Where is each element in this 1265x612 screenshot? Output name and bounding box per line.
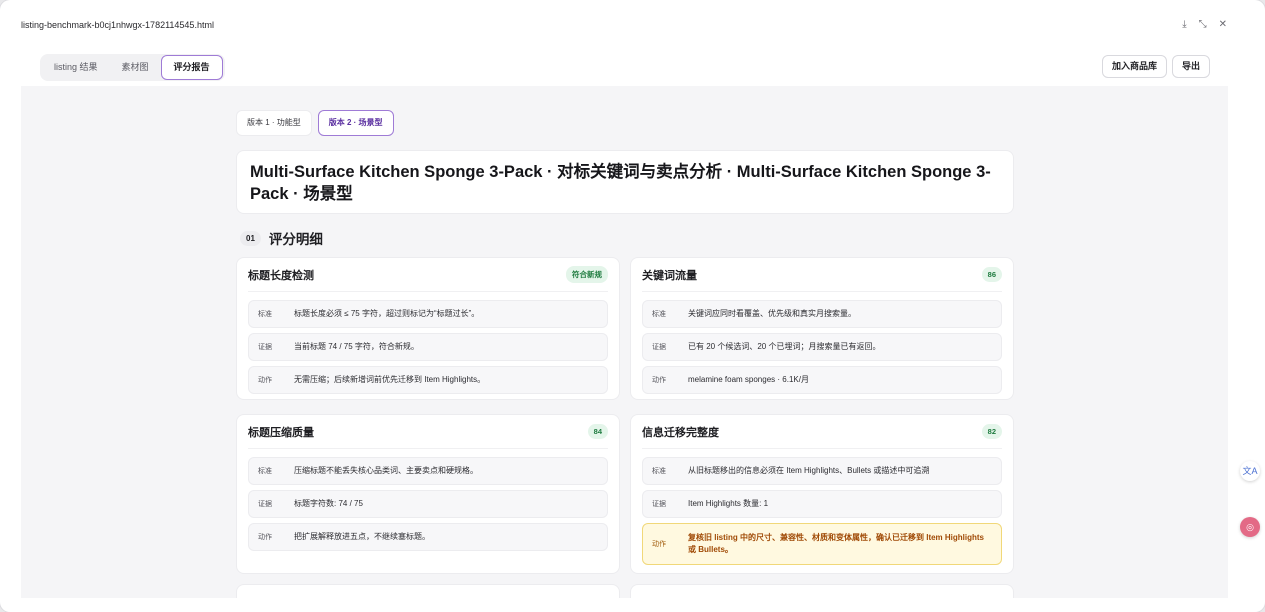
evidence-row: 证据 当前标题 74 / 75 字符，符合新规。 — [248, 333, 608, 361]
row-value: 当前标题 74 / 75 字符，符合新规。 — [294, 342, 419, 351]
row-value: Item Highlights 数量: 1 — [688, 499, 769, 508]
export-button[interactable]: 导出 — [1171, 55, 1210, 78]
row-key: 证据 — [258, 501, 272, 508]
criteria-row: 标准 关键词应同时看覆盖、优先级和真实月搜索量。 — [642, 300, 1002, 328]
tab-score-report[interactable]: 评分报告 — [160, 55, 223, 80]
row-value: 关键词应同时看覆盖、优先级和真实月搜索量。 — [688, 309, 856, 318]
row-value: 复核旧 listing 中的尺寸、兼容性、材质和变体属性，确认已迁移到 Item… — [688, 533, 984, 554]
evidence-row: 证据 已有 20 个候选词、20 个已埋词；月搜索量已有返回。 — [642, 333, 1002, 361]
view-tabs: listing 结果 素材图 评分报告 — [40, 54, 225, 81]
row-value: 无需压缩；后续新增词前优先迁移到 Item Highlights。 — [294, 375, 486, 384]
row-key: 证据 — [652, 344, 666, 351]
score-badge: 82 — [981, 424, 1002, 439]
window-controls: ⤓ ⤡ ✕ — [1182, 19, 1227, 30]
row-key: 标准 — [258, 468, 272, 475]
row-key: 标准 — [258, 311, 272, 318]
download-icon[interactable]: ⤓ — [1182, 19, 1186, 30]
card-title: 标题长度检测 — [248, 269, 314, 282]
collapse-icon[interactable]: ⤡ — [1199, 19, 1207, 30]
criteria-row: 标准 标题长度必须 ≤ 75 字符，超过则标记为“标题过长”。 — [248, 300, 608, 328]
version-tab-2[interactable]: 版本 2 · 场景型 — [317, 110, 394, 136]
score-card-info-migration: 信息迁移完整度 82 标准 从旧标题移出的信息必须在 Item Highlight… — [630, 414, 1014, 574]
card-header: 关键词流量 86 — [642, 258, 1002, 292]
row-value: 已有 20 个候选词、20 个已埋词；月搜索量已有返回。 — [688, 342, 881, 351]
action-row-warning: 动作 复核旧 listing 中的尺寸、兼容性、材质和变体属性，确认已迁移到 It… — [642, 523, 1002, 565]
row-key: 动作 — [652, 541, 666, 548]
card-header: 标题压缩质量 84 — [248, 415, 608, 449]
status-badge: 符合新规 — [566, 266, 608, 283]
score-card-keyword-traffic: 关键词流量 86 标准 关键词应同时看覆盖、优先级和真实月搜索量。 证据 已有 20… — [630, 257, 1014, 400]
row-value: 标题字符数: 74 / 75 — [294, 499, 363, 508]
close-icon[interactable]: ✕ — [1219, 19, 1227, 30]
score-card-title-length: 标题长度检测 符合新规 标准 标题长度必须 ≤ 75 字符，超过则标记为“标题过长… — [236, 257, 620, 400]
row-key: 标准 — [652, 468, 666, 475]
criteria-row: 标准 从旧标题移出的信息必须在 Item Highlights、Bullets 或… — [642, 457, 1002, 485]
row-value: 把扩展解释放进五点，不继续塞标题。 — [294, 532, 430, 541]
version-tab-1[interactable]: 版本 1 · 功能型 — [236, 110, 312, 136]
report-content[interactable]: 版本 1 · 功能型 版本 2 · 场景型 Multi-Surface Kitc… — [21, 86, 1228, 598]
floating-side-icons: 文A ◎ — [1240, 461, 1260, 537]
app-window: listing-benchmark-b0cj1nhwgx-1782114545.… — [0, 0, 1265, 612]
title-bar: listing-benchmark-b0cj1nhwgx-1782114545.… — [0, 0, 1265, 52]
row-key: 动作 — [652, 377, 666, 384]
toolbar: listing 结果 素材图 评分报告 加入商品库 导出 — [21, 52, 1228, 86]
score-card-next-left — [236, 584, 620, 598]
file-title: listing-benchmark-b0cj1nhwgx-1782114545.… — [21, 20, 214, 30]
card-header: 信息迁移完整度 82 — [642, 415, 1002, 449]
score-card-next-right — [630, 584, 1014, 598]
tab-assets[interactable]: 素材图 — [110, 56, 161, 79]
card-header: 标题长度检测 符合新规 — [248, 258, 608, 292]
translate-icon[interactable]: 文A — [1240, 461, 1260, 481]
add-to-library-button[interactable]: 加入商品库 — [1101, 55, 1167, 78]
score-badge: 86 — [981, 267, 1002, 282]
row-value: 标题长度必须 ≤ 75 字符，超过则标记为“标题过长”。 — [294, 309, 480, 318]
tab-listing-result[interactable]: listing 结果 — [42, 56, 110, 79]
evidence-row: 证据 Item Highlights 数量: 1 — [642, 490, 1002, 518]
toolbar-actions: 加入商品库 导出 — [1101, 55, 1210, 78]
card-title: 信息迁移完整度 — [642, 426, 719, 439]
row-key: 动作 — [258, 534, 272, 541]
row-value: 压缩标题不能丢失核心品类词、主要卖点和硬规格。 — [294, 466, 478, 475]
action-row: 动作 melamine foam sponges · 6.1K/月 — [642, 366, 1002, 394]
row-key: 证据 — [258, 344, 272, 351]
card-title: 标题压缩质量 — [248, 426, 314, 439]
evidence-row: 证据 标题字符数: 74 / 75 — [248, 490, 608, 518]
assistant-icon[interactable]: ◎ — [1240, 517, 1260, 537]
section-header: 01 评分明细 — [240, 228, 323, 248]
row-value: melamine foam sponges · 6.1K/月 — [688, 375, 809, 384]
score-card-title-compression: 标题压缩质量 84 标准 压缩标题不能丢失核心品类词、主要卖点和硬规格。 证据 标题… — [236, 414, 620, 574]
criteria-row: 标准 压缩标题不能丢失核心品类词、主要卖点和硬规格。 — [248, 457, 608, 485]
row-key: 动作 — [258, 377, 272, 384]
action-row: 动作 把扩展解释放进五点，不继续塞标题。 — [248, 523, 608, 551]
section-number: 01 — [240, 230, 261, 246]
row-key: 证据 — [652, 501, 666, 508]
row-key: 标准 — [652, 311, 666, 318]
row-value: 从旧标题移出的信息必须在 Item Highlights、Bullets 或描述… — [688, 466, 930, 475]
score-badge: 84 — [587, 424, 608, 439]
section-title: 评分明细 — [268, 232, 323, 247]
version-tabs: 版本 1 · 功能型 版本 2 · 场景型 — [236, 110, 394, 136]
action-row: 动作 无需压缩；后续新增词前优先迁移到 Item Highlights。 — [248, 366, 608, 394]
report-headline: Multi-Surface Kitchen Sponge 3-Pack · 对标… — [236, 150, 1014, 214]
card-title: 关键词流量 — [642, 269, 697, 282]
